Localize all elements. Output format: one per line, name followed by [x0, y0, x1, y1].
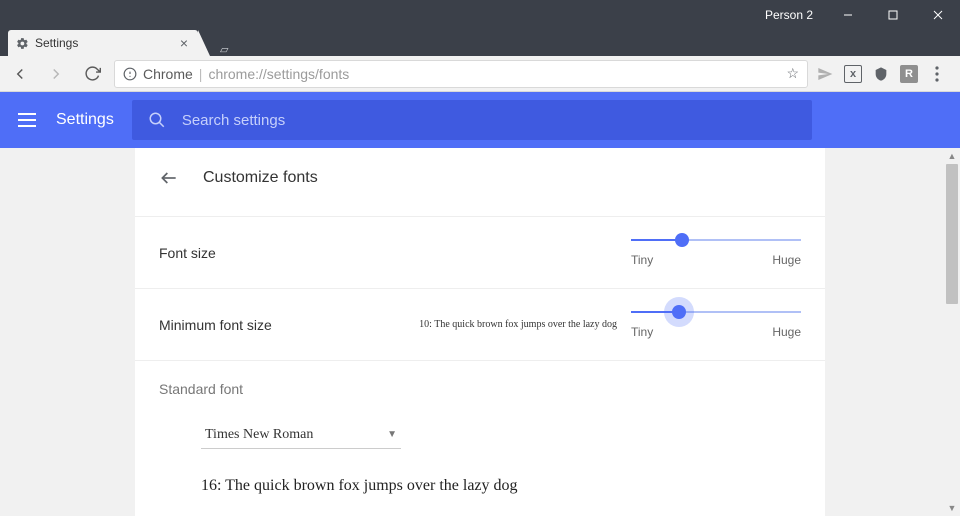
- tab-close-button[interactable]: ×: [178, 35, 190, 51]
- extension-x-icon[interactable]: x: [844, 65, 862, 83]
- new-tab-button[interactable]: ▱: [220, 43, 228, 56]
- page-title: Customize fonts: [203, 169, 318, 187]
- toolbar: Chrome | chrome://settings/fonts ☆ x R: [0, 56, 960, 92]
- settings-header: Settings: [0, 92, 960, 148]
- settings-panel: Customize fonts Font size Tiny Huge Mini…: [135, 148, 825, 516]
- url-divider: |: [199, 66, 203, 82]
- panel-header: Customize fonts: [135, 148, 825, 216]
- browser-menu-button[interactable]: [928, 65, 946, 83]
- search-box[interactable]: [132, 100, 812, 140]
- scrollbar[interactable]: ▲ ▼: [944, 148, 960, 516]
- search-input[interactable]: [182, 112, 796, 129]
- standard-font-dropdown[interactable]: Times New Roman ▼: [201, 421, 401, 449]
- chevron-down-icon: ▼: [387, 429, 397, 440]
- font-size-label: Font size: [159, 245, 359, 261]
- forward-button[interactable]: [42, 60, 70, 88]
- min-font-size-slider[interactable]: Tiny Huge: [631, 311, 801, 339]
- scroll-up-button[interactable]: ▲: [944, 148, 960, 164]
- extension-icons: x R: [816, 65, 954, 83]
- slider-max-label: Huge: [772, 253, 801, 267]
- scrollbar-thumb[interactable]: [946, 164, 958, 304]
- extension-send-icon[interactable]: [816, 65, 834, 83]
- window-maximize-button[interactable]: [870, 0, 915, 30]
- font-size-row: Font size Tiny Huge: [135, 216, 825, 288]
- standard-font-section: Standard font Times New Roman ▼ 16: The …: [135, 360, 825, 503]
- url-scheme-label: Chrome: [143, 66, 193, 82]
- search-icon: [148, 111, 166, 129]
- dropdown-value: Times New Roman: [205, 427, 313, 443]
- min-font-size-label: Minimum font size: [159, 317, 359, 333]
- profile-label[interactable]: Person 2: [765, 8, 813, 22]
- tab-strip: Settings × ▱: [0, 30, 960, 56]
- slider-max-label: Huge: [772, 325, 801, 339]
- window-minimize-button[interactable]: [825, 0, 870, 30]
- extension-r-icon[interactable]: R: [900, 65, 918, 83]
- extension-shield-icon[interactable]: [872, 65, 890, 83]
- slider-thumb[interactable]: [672, 305, 686, 319]
- slider-min-label: Tiny: [631, 253, 653, 267]
- gear-icon: [16, 37, 29, 50]
- url-text: chrome://settings/fonts: [208, 66, 780, 82]
- window-close-button[interactable]: [915, 0, 960, 30]
- address-bar[interactable]: Chrome | chrome://settings/fonts ☆: [114, 60, 808, 88]
- site-info-icon[interactable]: [123, 67, 137, 81]
- min-font-size-preview: 10: The quick brown fox jumps over the l…: [359, 319, 631, 330]
- standard-font-preview: 16: The quick brown fox jumps over the l…: [201, 477, 801, 495]
- bookmark-star-icon[interactable]: ☆: [786, 65, 799, 82]
- standard-font-label: Standard font: [159, 381, 801, 397]
- tab-title: Settings: [35, 36, 178, 50]
- content-area: Customize fonts Font size Tiny Huge Mini…: [0, 148, 960, 516]
- menu-button[interactable]: [18, 113, 38, 127]
- reload-button[interactable]: [78, 60, 106, 88]
- font-size-slider[interactable]: Tiny Huge: [631, 239, 801, 267]
- slider-min-label: Tiny: [631, 325, 653, 339]
- back-arrow-button[interactable]: [159, 168, 179, 188]
- slider-thumb[interactable]: [675, 233, 689, 247]
- settings-title: Settings: [56, 111, 114, 129]
- browser-tab[interactable]: Settings ×: [8, 30, 198, 56]
- back-button[interactable]: [6, 60, 34, 88]
- window-titlebar: Person 2: [0, 0, 960, 30]
- min-font-size-row: Minimum font size 10: The quick brown fo…: [135, 288, 825, 360]
- scroll-down-button[interactable]: ▼: [944, 500, 960, 516]
